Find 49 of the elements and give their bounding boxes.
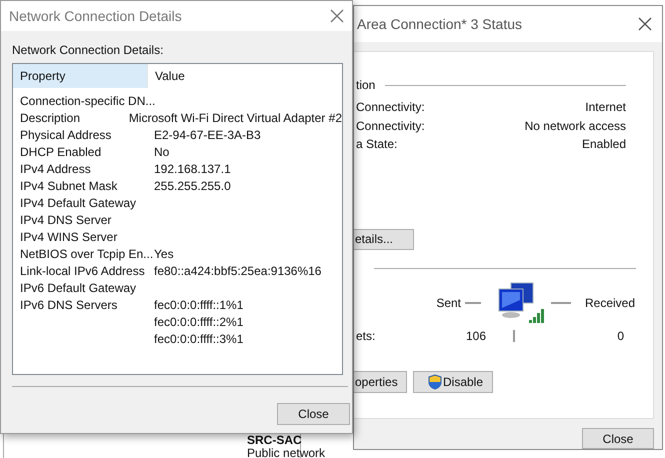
property-label: DHCP Enabled [20,144,102,158]
property-value: 192.168.137.1 [154,162,231,176]
close-icon[interactable] [638,17,652,31]
property-label: IPv4 WINS Server [20,230,118,244]
shield-icon [428,374,442,390]
background-text: SRC-SAC [247,434,303,447]
section-title: tion [356,77,376,94]
property-label: Physical Address [20,128,112,142]
property-value: No network access [524,118,626,135]
disable-button[interactable]: Disable [413,370,493,392]
property-value: 255.255.255.0 [154,178,231,192]
property-value: fec0:0:0:ffff::3%1 [154,332,244,346]
property-label: IPv6 DNS Servers [20,298,118,312]
property-value: Microsoft Wi-Fi Direct Virtual Adapter #2 [128,110,342,124]
list-label: Network Connection Details: [12,42,164,59]
received-count: 0 [617,328,624,342]
close-icon[interactable] [330,9,344,23]
property-label: IPv4 Default Gateway [20,196,136,210]
property-label: IPv4 Address [20,162,91,176]
property-label: Description [20,110,80,124]
received-label: Received [585,294,636,312]
property-value: fec0:0:0:ffff::2%1 [154,314,244,328]
property-value: fec0:0:0:ffff::1%1 [154,298,244,312]
property-label: Connection-specific DN... [20,94,156,108]
properties-button[interactable]: operties [354,370,407,392]
property-value: Yes [154,246,174,260]
property-value: Internet [585,99,626,116]
sent-count: 106 [466,328,486,344]
property-value: Enabled [582,136,626,154]
property-label: IPv4 DNS Server [20,212,112,226]
property-label: Connectivity: [356,118,425,135]
details-button[interactable]: etails... [354,228,414,250]
window-title: Network Connection Details [9,6,182,26]
close-button[interactable]: Close [582,428,654,449]
property-label: IPv4 Subnet Mask [20,178,118,192]
property-label: Link-local IPv6 Address [20,264,145,278]
sent-label: Sent [435,294,461,312]
packets-label: ets: [356,328,376,344]
column-header[interactable]: Property [13,64,147,88]
property-value: No [154,144,170,158]
property-label: IPv6 Default Gateway [20,280,136,294]
property-value: fe80::a424:bbf5:25ea:9136%16 [154,264,322,278]
close-button[interactable]: Close [277,403,350,425]
background-text: Public network [247,447,326,458]
property-label: NetBIOS over Tcpip En... [20,246,154,260]
property-label: a State: [356,136,398,154]
property-value: E2-94-67-EE-3A-B3 [154,128,261,142]
property-label: Connectivity: [356,99,425,116]
window-title: Area Connection* 3 Status [357,14,522,34]
